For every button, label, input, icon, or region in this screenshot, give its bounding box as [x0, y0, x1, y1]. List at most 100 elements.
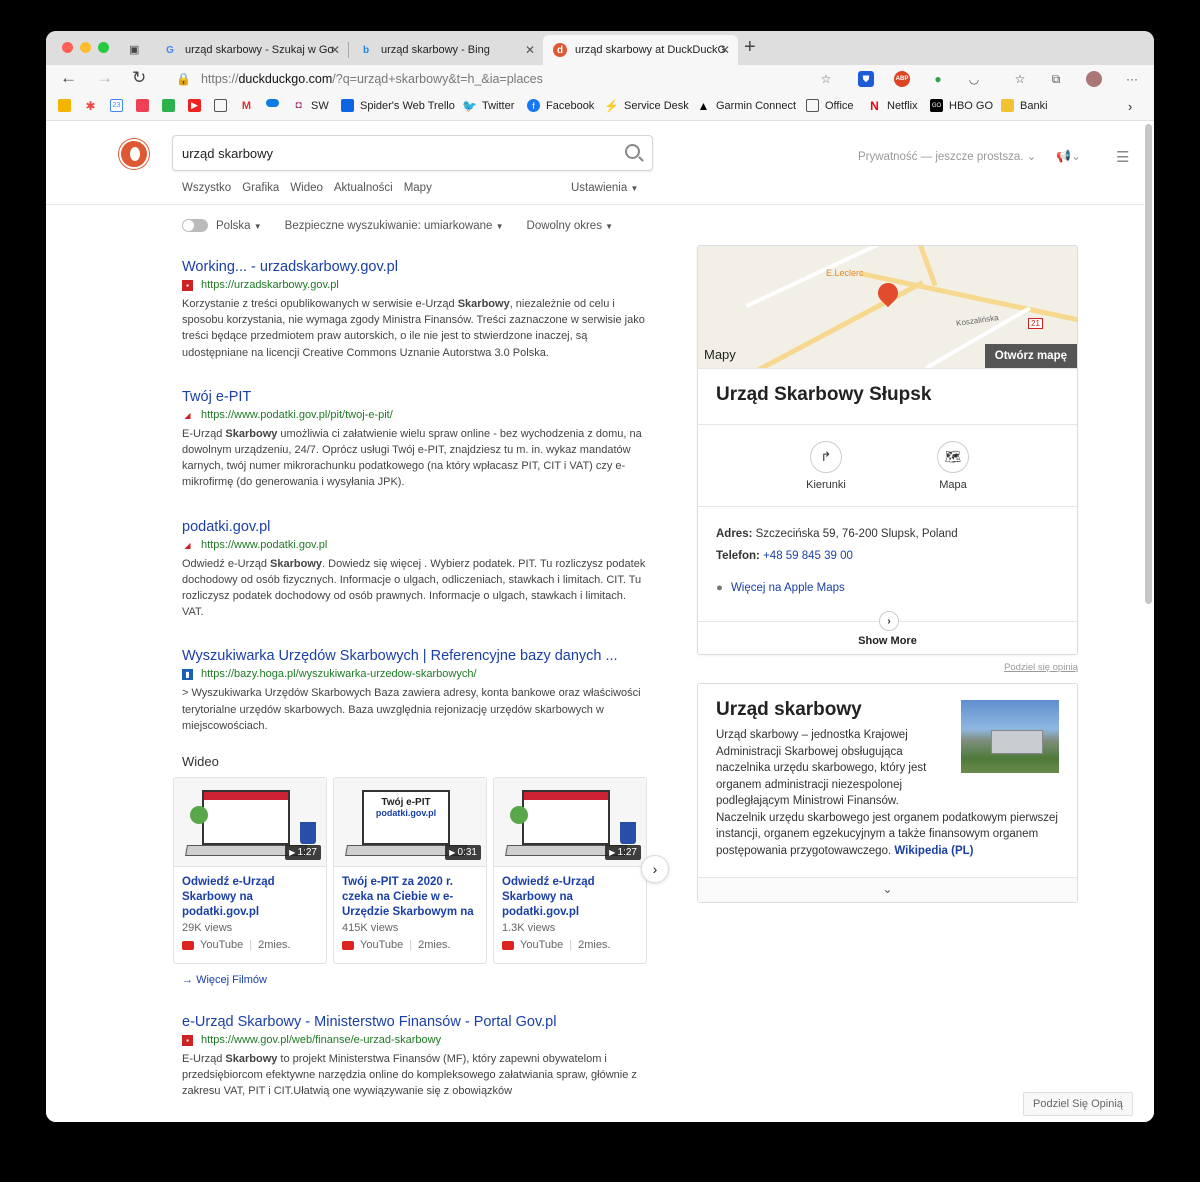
result-title[interactable]: Working... - urzadskarbowy.gov.pl [182, 257, 647, 277]
youtube-icon: ▶ [188, 99, 201, 112]
map-button[interactable]: 🗺 Mapa [923, 441, 983, 491]
bookmark-garmin[interactable]: ▲ Garmin Connect [697, 99, 797, 113]
carousel-next-button[interactable]: › [641, 855, 669, 884]
more-menu-icon[interactable]: ··· [1124, 71, 1140, 87]
result-url[interactable]: ▪ https://www.gov.pl/web/finanse/e-urzad-… [182, 1032, 647, 1049]
result-title[interactable]: Twój e-PIT [182, 387, 647, 407]
bookmark-gmail[interactable]: M [240, 99, 259, 112]
apple-maps-link[interactable]: ● Więcej na Apple Maps [716, 577, 1059, 599]
search-icon[interactable] [625, 144, 640, 159]
tab-overview-icon[interactable]: ▣ [129, 43, 139, 56]
video-title[interactable]: Twój e-PIT za 2020 r. czeka na Ciebie w … [334, 867, 486, 920]
search-input[interactable]: urząd skarbowy [172, 135, 653, 171]
tab-all[interactable]: Wszystko [182, 182, 231, 194]
result-url[interactable]: ◢ https://www.podatki.gov.pl [182, 537, 647, 554]
duckduckgo-logo[interactable] [119, 139, 149, 169]
forward-button[interactable]: → [96, 68, 113, 88]
pocket-icon[interactable]: ◡ [966, 71, 982, 87]
video-duration: 0:31 [445, 845, 481, 861]
address-bar[interactable]: 🔒 https://duckduckgo.com/?q=urząd+skarbo… [166, 66, 841, 91]
bitwarden-icon[interactable]: ⛊ [858, 71, 874, 87]
menu-icon[interactable]: ☰ [1116, 148, 1129, 166]
bookmark-photos[interactable]: ✱ [84, 99, 103, 113]
collections-icon[interactable]: ⧉ [1048, 71, 1064, 87]
bookmark-twitter[interactable]: 🐦 Twitter [462, 99, 514, 113]
caret-down-icon: ▼ [630, 184, 639, 193]
tab-duckduckgo[interactable]: d urząd skarbowy at DuckDuckG ✕ [543, 35, 738, 65]
bookmark-facebook[interactable]: f Facebook [527, 99, 594, 112]
close-tab-icon[interactable]: ✕ [330, 43, 340, 57]
bookmark-label: Office [825, 99, 854, 112]
privacy-dropdown[interactable]: Prywatność — jeszcze prostsza. ⌄ [858, 149, 1036, 163]
tab-images[interactable]: Grafika [242, 182, 279, 194]
bookmark-document[interactable] [214, 99, 233, 112]
bookmark-star-icon[interactable]: ☆ [818, 71, 834, 87]
share-feedback-link[interactable]: Podziel się opinią [697, 662, 1078, 673]
bookmark-sw[interactable]: ◘ SW [292, 99, 328, 112]
video-card[interactable]: 1:27 Odwiedź e-Urząd Skarbowy na podatki… [493, 777, 647, 965]
expand-wiki-button[interactable]: ⌄ [698, 877, 1077, 902]
region-filter[interactable]: Polska ▼ [216, 220, 262, 232]
zoom-window-button[interactable] [98, 42, 109, 53]
phone-link[interactable]: +48 59 845 39 00 [763, 550, 853, 562]
tab-videos[interactable]: Wideo [290, 182, 323, 194]
result-url[interactable]: ▪ https://urzadskarbowy.gov.pl [182, 277, 647, 294]
bookmark-feedly[interactable] [162, 99, 181, 112]
directions-button[interactable]: ↱ Kierunki [796, 441, 856, 491]
bookmark-calendar[interactable]: 23 [110, 99, 129, 112]
megaphone-icon[interactable]: 📢⌄ [1056, 149, 1081, 163]
wiki-card: Urząd skarbowy Urząd skarbowy – jednostk… [697, 683, 1078, 903]
video-views: 29K views [182, 922, 233, 935]
wikipedia-link[interactable]: Wikipedia (PL) [894, 845, 973, 857]
adblock-icon[interactable]: ABP [894, 71, 910, 87]
new-tab-button[interactable]: + [744, 36, 756, 59]
close-window-button[interactable] [62, 42, 73, 53]
tab-bing[interactable]: b urząd skarbowy - Bing ✕ [349, 35, 543, 65]
bookmark-netflix[interactable]: N Netflix [868, 99, 917, 113]
close-tab-icon[interactable]: ✕ [525, 43, 535, 57]
bookmark-banki[interactable]: Banki [1001, 99, 1048, 112]
result-item: Wyszukiwarka Urzędów Skarbowych | Refere… [182, 646, 647, 734]
avatar[interactable] [1086, 71, 1102, 87]
minimize-window-button[interactable] [80, 42, 91, 53]
open-map-button[interactable]: Otwórz mapę [984, 344, 1077, 368]
scrollbar[interactable] [1145, 124, 1152, 604]
bookmark-pocket[interactable] [136, 99, 155, 112]
video-card[interactable]: 1:27 Odwiedź e-Urząd Skarbowy na podatki… [173, 777, 327, 965]
safe-search-filter[interactable]: Bezpieczne wyszukiwanie: umiarkowane ▼ [285, 220, 504, 232]
more-videos-link[interactable]: → Więcej Filmów [182, 974, 647, 986]
bookmark-onedrive[interactable] [266, 99, 285, 107]
youtube-icon [342, 940, 354, 950]
bookmark-service-desk[interactable]: ⚡ Service Desk [604, 99, 689, 113]
bookmark-keep[interactable] [58, 99, 77, 112]
result-title[interactable]: e-Urząd Skarbowy - Ministerstwo Finansów… [182, 1012, 647, 1032]
wiki-image[interactable] [961, 700, 1059, 773]
favorites-icon[interactable]: ☆ [1012, 71, 1028, 87]
result-url[interactable]: ▮ https://bazy.hoga.pl/wyszukiwarka-urzed… [182, 666, 647, 683]
video-card[interactable]: Twój e-PITpodatki.gov.pl 0:31 Twój e-PIT… [333, 777, 487, 965]
tab-news[interactable]: Aktualności [334, 182, 393, 194]
result-url[interactable]: ◢ https://www.podatki.gov.pl/pit/twoj-e-p… [182, 407, 647, 424]
tab-maps[interactable]: Mapy [404, 182, 432, 194]
tab-google[interactable]: G urząd skarbowy - Szukaj w Go ✕ [153, 35, 348, 65]
feedback-button[interactable]: Podziel Się Opinią [1023, 1092, 1133, 1116]
back-button[interactable]: ← [60, 68, 77, 88]
video-title[interactable]: Odwiedź e-Urząd Skarbowy na podatki.gov.… [174, 867, 326, 920]
evernote-icon[interactable]: ● [930, 71, 946, 87]
close-tab-icon[interactable]: ✕ [720, 43, 730, 57]
bookmark-hbo[interactable]: GO HBO GO [930, 99, 993, 112]
result-title[interactable]: Wyszukiwarka Urzędów Skarbowych | Refere… [182, 646, 647, 666]
result-title[interactable]: podatki.gov.pl [182, 517, 647, 537]
region-toggle[interactable] [182, 219, 208, 232]
bookmark-youtube[interactable]: ▶ [188, 99, 207, 112]
bookmarks-overflow-icon[interactable]: › [1128, 99, 1132, 114]
settings-dropdown[interactable]: Ustawienia ▼ [571, 182, 638, 194]
place-phone: Telefon: +48 59 845 39 00 [716, 550, 853, 562]
time-filter[interactable]: Dowolny okres ▼ [527, 220, 614, 232]
show-more-button[interactable]: › Show More [698, 611, 1077, 654]
bookmark-office[interactable]: Office [806, 99, 854, 112]
bookmark-trello[interactable]: Spider's Web Trello [341, 99, 455, 112]
reload-button[interactable]: ↻ [132, 68, 146, 88]
video-title[interactable]: Odwiedź e-Urząd Skarbowy na podatki.gov.… [494, 867, 646, 920]
map-preview[interactable]: E.Leclerc Koszalińska 21 Mapy Otwórz map… [698, 246, 1077, 369]
